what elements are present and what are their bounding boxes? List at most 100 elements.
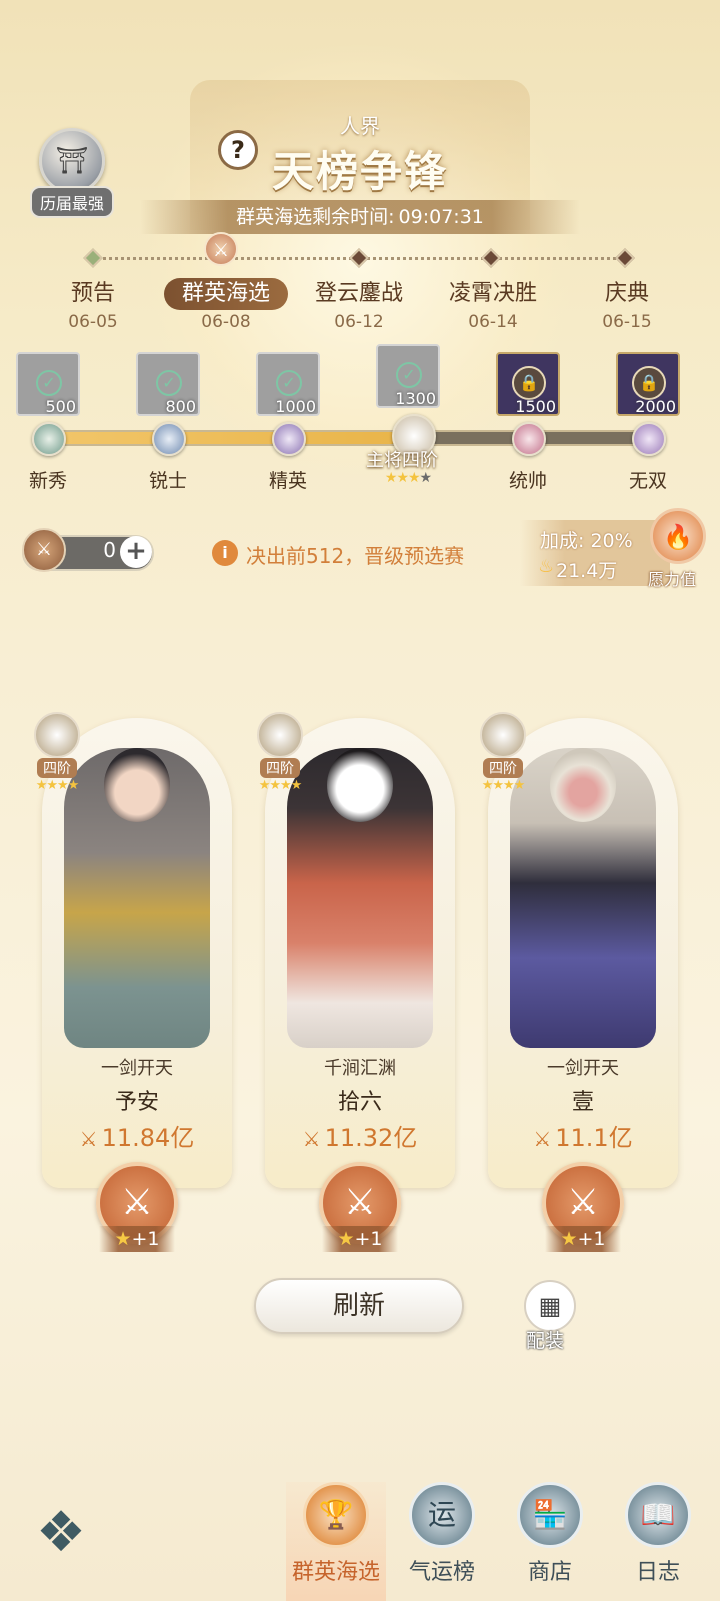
ticket-icon: ⚔ bbox=[22, 528, 66, 572]
power-value: 11.32亿 bbox=[324, 1124, 418, 1152]
realm-label: 人界 bbox=[340, 114, 380, 138]
reward-chest[interactable]: 🔒 2000 bbox=[616, 352, 680, 416]
rank-emblem-icon bbox=[32, 422, 66, 456]
rank-emblem-icon bbox=[512, 422, 546, 456]
stage-celebration[interactable]: 庆典 06-15 bbox=[562, 278, 692, 332]
tier-stars: ★★★★ bbox=[481, 778, 526, 793]
rank-label: 统帅 bbox=[508, 470, 547, 492]
tab-selection[interactable]: 🏆 群英海选 bbox=[286, 1482, 386, 1601]
opponent-name: 予安 bbox=[114, 1090, 159, 1115]
opponent-sect: 一剑开天 bbox=[547, 1058, 619, 1079]
rank-label: 无双 bbox=[628, 470, 667, 492]
star-reward-tag: ★+1 bbox=[322, 1226, 398, 1252]
tier-name: 四阶 bbox=[483, 758, 523, 778]
stage-marker bbox=[83, 248, 103, 268]
stage-date: 06-05 bbox=[68, 312, 118, 332]
stage-date: 06-15 bbox=[602, 312, 652, 332]
wish-power-label: 愿力值 bbox=[648, 570, 697, 589]
stage-marker bbox=[615, 248, 635, 268]
power-value: 11.84亿 bbox=[101, 1124, 195, 1152]
opponent-name: 拾六 bbox=[337, 1090, 382, 1115]
stage-date: 06-08 bbox=[201, 312, 251, 332]
stage-preview[interactable]: 预告 06-05 bbox=[28, 278, 158, 332]
tab-fortune[interactable]: 运 气运榜 bbox=[392, 1482, 492, 1601]
tier-badge: 四阶 ★★★★ bbox=[468, 712, 538, 793]
wish-power-value: 21.4万 bbox=[556, 560, 618, 582]
reward-chest[interactable]: 🔒 1500 bbox=[496, 352, 560, 416]
fortune-icon: 运 bbox=[409, 1482, 475, 1548]
trophy-icon: 🏆 bbox=[303, 1482, 369, 1548]
character-head bbox=[327, 748, 393, 822]
stage-selection[interactable]: 群英海选 06-08 bbox=[161, 278, 291, 332]
stage-name: 群英海选 bbox=[163, 278, 288, 310]
star-icon: ★ bbox=[114, 1228, 132, 1250]
hall-of-fame-label: 历届最强 bbox=[29, 186, 114, 218]
stage-date: 06-14 bbox=[468, 312, 518, 332]
reward-threshold: 1300 bbox=[395, 389, 436, 408]
star-icon: ★ bbox=[560, 1228, 578, 1250]
tier-badge: 四阶 ★★★★ bbox=[22, 712, 92, 793]
tab-label: 日志 bbox=[635, 1560, 680, 1585]
stage-date: 06-12 bbox=[334, 312, 384, 332]
rank-label: 锐士 bbox=[148, 470, 187, 492]
tier-emblem-icon bbox=[34, 712, 80, 758]
stage-name: 登云鏖战 bbox=[314, 281, 403, 306]
shop-icon: 🏪 bbox=[517, 1482, 583, 1548]
reward-threshold: 1500 bbox=[515, 397, 556, 416]
stage-name: 庆典 bbox=[604, 281, 649, 306]
tier-emblem-icon bbox=[480, 712, 526, 758]
star-reward-value: +1 bbox=[354, 1228, 383, 1250]
star-reward-value: +1 bbox=[577, 1228, 606, 1250]
rank-emblem-icon bbox=[272, 422, 306, 456]
tier-stars: ★★★★ bbox=[35, 778, 80, 793]
hall-of-fame-button[interactable]: ⛩ 历届最强 bbox=[20, 128, 124, 224]
star-reward-tag: ★+1 bbox=[99, 1226, 175, 1252]
opponent-sect: 千涧汇渊 bbox=[324, 1058, 396, 1079]
reward-threshold: 2000 bbox=[635, 397, 676, 416]
star-reward-tag: ★+1 bbox=[545, 1226, 621, 1252]
tier-stars: ★★★★ bbox=[258, 778, 303, 793]
tier-badge: 四阶 ★★★★ bbox=[245, 712, 315, 793]
filled-stars: ★★★ bbox=[384, 470, 421, 486]
opponent-power: ⚔ 11.32亿 bbox=[265, 1118, 455, 1153]
check-icon: ✓ bbox=[396, 362, 422, 388]
refresh-button[interactable]: 刷新 bbox=[254, 1278, 464, 1334]
tab-log[interactable]: 📖 日志 bbox=[608, 1482, 708, 1601]
reward-threshold: 1000 bbox=[275, 397, 316, 416]
tab-label: 商店 bbox=[527, 1560, 572, 1585]
reward-chest[interactable]: ✓ 500 bbox=[16, 352, 80, 416]
check-icon: ✓ bbox=[276, 370, 302, 396]
tier-emblem-icon bbox=[257, 712, 303, 758]
reward-threshold: 800 bbox=[165, 397, 196, 416]
tab-shop[interactable]: 🏪 商店 bbox=[500, 1482, 600, 1601]
rank-progress-fill bbox=[42, 432, 397, 444]
ticket-count: 0 bbox=[103, 538, 116, 562]
wish-power-button[interactable]: 🔥 bbox=[650, 508, 706, 564]
reward-chest[interactable]: ✓ 800 bbox=[136, 352, 200, 416]
opponent-power: ⚔ 11.1亿 bbox=[488, 1118, 678, 1153]
stage-battle[interactable]: 登云鏖战 06-12 bbox=[294, 278, 424, 332]
lock-icon: 🔒 bbox=[512, 366, 546, 400]
power-value: 11.1亿 bbox=[555, 1124, 633, 1152]
reward-chest[interactable]: ✓ 1300 bbox=[376, 344, 440, 408]
grid-icon: ▦ bbox=[538, 1292, 562, 1320]
opponent-name: 壹 bbox=[571, 1090, 594, 1115]
lock-icon: 🔒 bbox=[632, 366, 666, 400]
star-reward-value: +1 bbox=[131, 1228, 160, 1250]
reward-threshold: 500 bbox=[45, 397, 76, 416]
power-icon: ⚔ bbox=[302, 1127, 321, 1151]
stage-name: 预告 bbox=[70, 281, 115, 306]
log-icon: 📖 bbox=[625, 1482, 691, 1548]
equip-loadout-button[interactable]: ▦ bbox=[524, 1280, 576, 1332]
rank-label: 新秀 bbox=[28, 470, 67, 492]
opponent-sect: 一剑开天 bbox=[101, 1058, 173, 1079]
back-logo-icon[interactable]: ❖ bbox=[24, 1496, 98, 1570]
opponent-power: ⚔ 11.84亿 bbox=[42, 1118, 232, 1153]
rank-label: 精英 bbox=[268, 470, 307, 492]
reward-chest[interactable]: ✓ 1000 bbox=[256, 352, 320, 416]
bonus-percent: 加成: 20% bbox=[540, 530, 633, 552]
add-ticket-button[interactable]: + bbox=[120, 536, 152, 568]
stage-final[interactable]: 凌霄决胜 06-14 bbox=[428, 278, 558, 332]
stage-name: 凌霄决胜 bbox=[448, 281, 537, 306]
countdown-label: 群英海选剩余时间: bbox=[236, 206, 395, 228]
